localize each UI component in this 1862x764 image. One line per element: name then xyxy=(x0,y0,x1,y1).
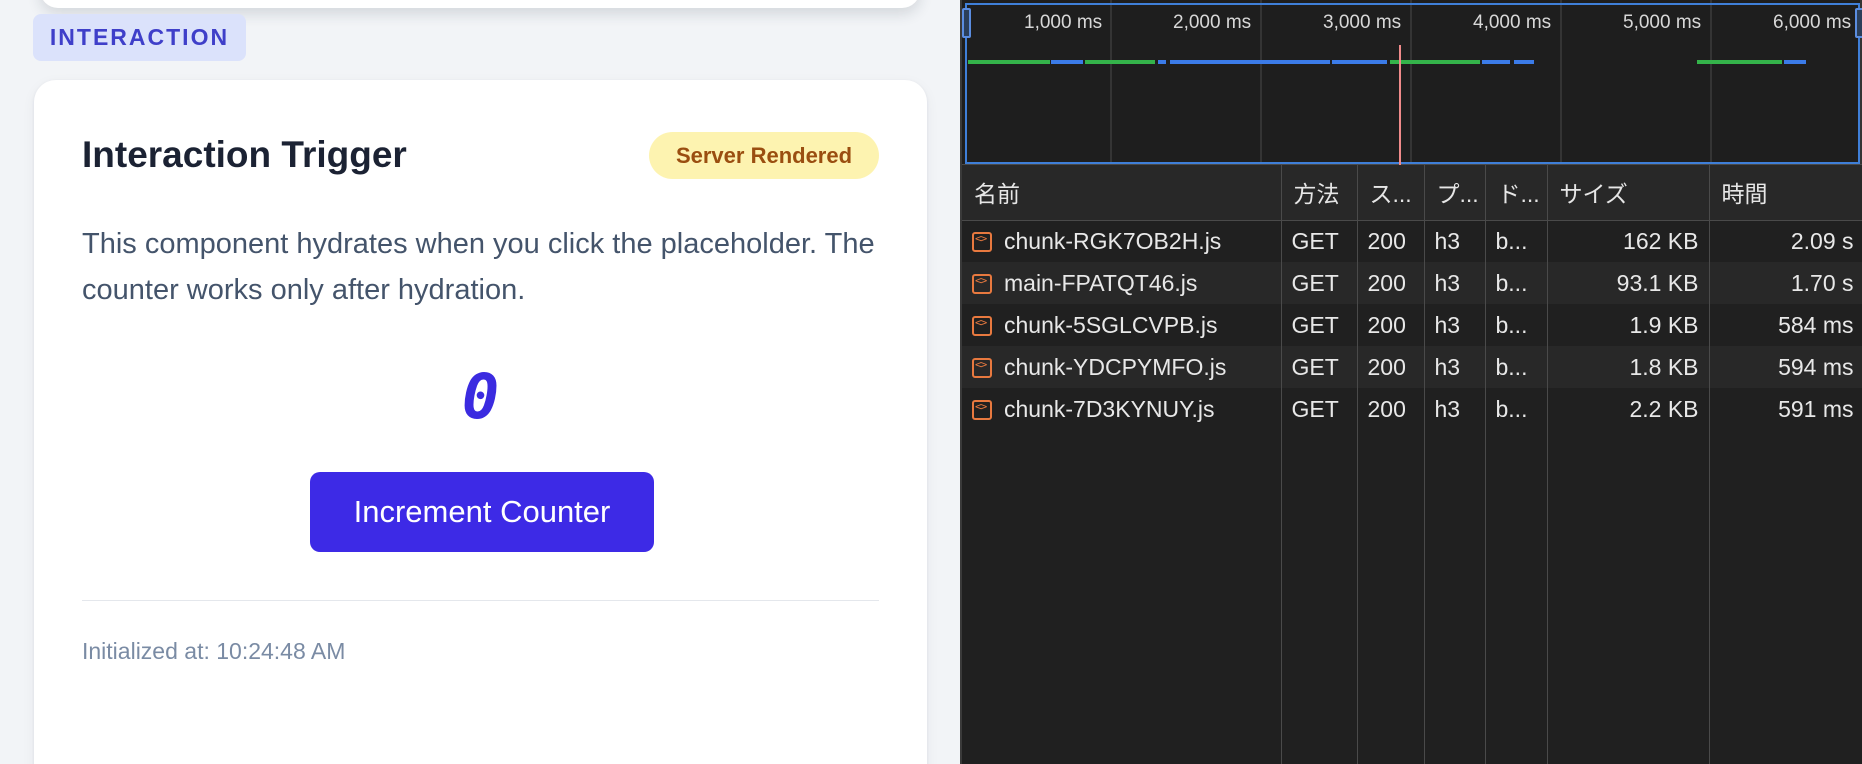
timeline-left-handle[interactable] xyxy=(962,8,971,38)
request-name-cell: chunk-RGK7OB2H.js xyxy=(962,220,1282,262)
table-row[interactable]: chunk-7D3KYNUY.js GET 200 h3 b... 2.2 KB… xyxy=(962,388,1862,430)
app-page: INTERACTION Interaction Trigger Server R… xyxy=(0,0,960,764)
request-method: GET xyxy=(1281,304,1358,346)
tick-label: 2,000 ms xyxy=(1173,12,1252,33)
request-status: 200 xyxy=(1357,220,1425,262)
request-name-cell: chunk-YDCPYMFO.js xyxy=(962,346,1282,388)
request-protocol: h3 xyxy=(1424,220,1486,262)
column-header-status[interactable]: ス... xyxy=(1357,165,1425,221)
request-protocol: h3 xyxy=(1424,346,1486,388)
tick-label: 1,000 ms xyxy=(1024,12,1103,33)
request-domain: b... xyxy=(1485,262,1548,304)
request-name: chunk-7D3KYNUY.js xyxy=(1004,395,1215,422)
increment-counter-button[interactable]: Increment Counter xyxy=(310,472,654,552)
request-status: 200 xyxy=(1357,388,1425,430)
request-name-cell: chunk-7D3KYNUY.js xyxy=(962,388,1282,430)
request-status: 200 xyxy=(1357,262,1425,304)
code-file-icon xyxy=(972,399,992,420)
request-name: chunk-YDCPYMFO.js xyxy=(1004,353,1227,380)
request-domain: b... xyxy=(1485,388,1548,430)
request-time: 591 ms xyxy=(1709,388,1862,430)
interaction-card: Interaction Trigger Server Rendered This… xyxy=(34,80,927,764)
request-domain: b... xyxy=(1485,304,1548,346)
request-domain: b... xyxy=(1485,220,1548,262)
request-method: GET xyxy=(1281,262,1358,304)
request-size: 1.9 KB xyxy=(1547,304,1710,346)
request-size: 93.1 KB xyxy=(1547,262,1710,304)
request-size: 162 KB xyxy=(1547,220,1710,262)
table-row[interactable]: chunk-YDCPYMFO.js GET 200 h3 b... 1.8 KB… xyxy=(962,346,1862,388)
request-name: main-FPATQT46.js xyxy=(1004,269,1198,296)
request-protocol: h3 xyxy=(1424,388,1486,430)
request-protocol: h3 xyxy=(1424,304,1486,346)
request-name: chunk-RGK7OB2H.js xyxy=(1004,227,1222,254)
request-protocol: h3 xyxy=(1424,262,1486,304)
request-domain: b... xyxy=(1485,346,1548,388)
section-label: INTERACTION xyxy=(33,14,246,61)
request-time: 2.09 s xyxy=(1709,220,1862,262)
request-time: 584 ms xyxy=(1709,304,1862,346)
request-time: 1.70 s xyxy=(1709,262,1862,304)
network-requests-table: 名前 方法 ス... プ... ド... サイズ 時間 chunk-RGK7OB… xyxy=(962,165,1862,430)
tick-label: 6,000 ms xyxy=(1773,12,1852,33)
request-name: chunk-5SGLCVPB.js xyxy=(1004,311,1218,338)
code-file-icon xyxy=(972,231,992,252)
request-size: 1.8 KB xyxy=(1547,346,1710,388)
table-row[interactable]: main-FPATQT46.js GET 200 h3 b... 93.1 KB… xyxy=(962,262,1862,304)
initialized-timestamp: Initialized at: 10:24:48 AM xyxy=(82,638,346,664)
tick-label: 3,000 ms xyxy=(1323,12,1402,33)
column-header-domain[interactable]: ド... xyxy=(1485,165,1548,221)
request-name-cell: chunk-5SGLCVPB.js xyxy=(962,304,1282,346)
tick-label: 5,000 ms xyxy=(1623,12,1702,33)
table-row[interactable]: chunk-RGK7OB2H.js GET 200 h3 b... 162 KB… xyxy=(962,220,1862,262)
devtools-network-panel: 1,000 ms 2,000 ms 3,000 ms 4,000 ms 5,00… xyxy=(960,0,1862,764)
code-file-icon xyxy=(972,315,992,336)
card-title: Interaction Trigger xyxy=(82,134,407,175)
previous-card-edge xyxy=(40,0,920,8)
column-header-size[interactable]: サイズ xyxy=(1547,165,1710,221)
request-time: 594 ms xyxy=(1709,346,1862,388)
code-file-icon xyxy=(972,357,992,378)
column-header-protocol[interactable]: プ... xyxy=(1424,165,1486,221)
timeline-right-handle[interactable] xyxy=(1855,8,1862,38)
request-method: GET xyxy=(1281,346,1358,388)
code-file-icon xyxy=(972,273,992,294)
request-status: 200 xyxy=(1357,304,1425,346)
request-status: 200 xyxy=(1357,346,1425,388)
counter-value: 0 xyxy=(461,360,500,433)
card-description: This component hydrates when you click t… xyxy=(82,228,875,306)
column-header-method[interactable]: 方法 xyxy=(1281,165,1358,221)
table-header-row: 名前 方法 ス... プ... ド... サイズ 時間 xyxy=(962,165,1862,221)
request-name-cell: main-FPATQT46.js xyxy=(962,262,1282,304)
table-row[interactable]: chunk-5SGLCVPB.js GET 200 h3 b... 1.9 KB… xyxy=(962,304,1862,346)
tick-label: 4,000 ms xyxy=(1473,12,1552,33)
card-divider xyxy=(82,600,879,601)
column-header-name[interactable]: 名前 xyxy=(962,165,1282,221)
status-badge: Server Rendered xyxy=(649,132,879,179)
request-method: GET xyxy=(1281,220,1358,262)
column-header-time[interactable]: 時間 xyxy=(1709,165,1862,221)
request-method: GET xyxy=(1281,388,1358,430)
request-size: 2.2 KB xyxy=(1547,388,1710,430)
network-overview-timeline[interactable]: 1,000 ms 2,000 ms 3,000 ms 4,000 ms 5,00… xyxy=(962,0,1862,165)
